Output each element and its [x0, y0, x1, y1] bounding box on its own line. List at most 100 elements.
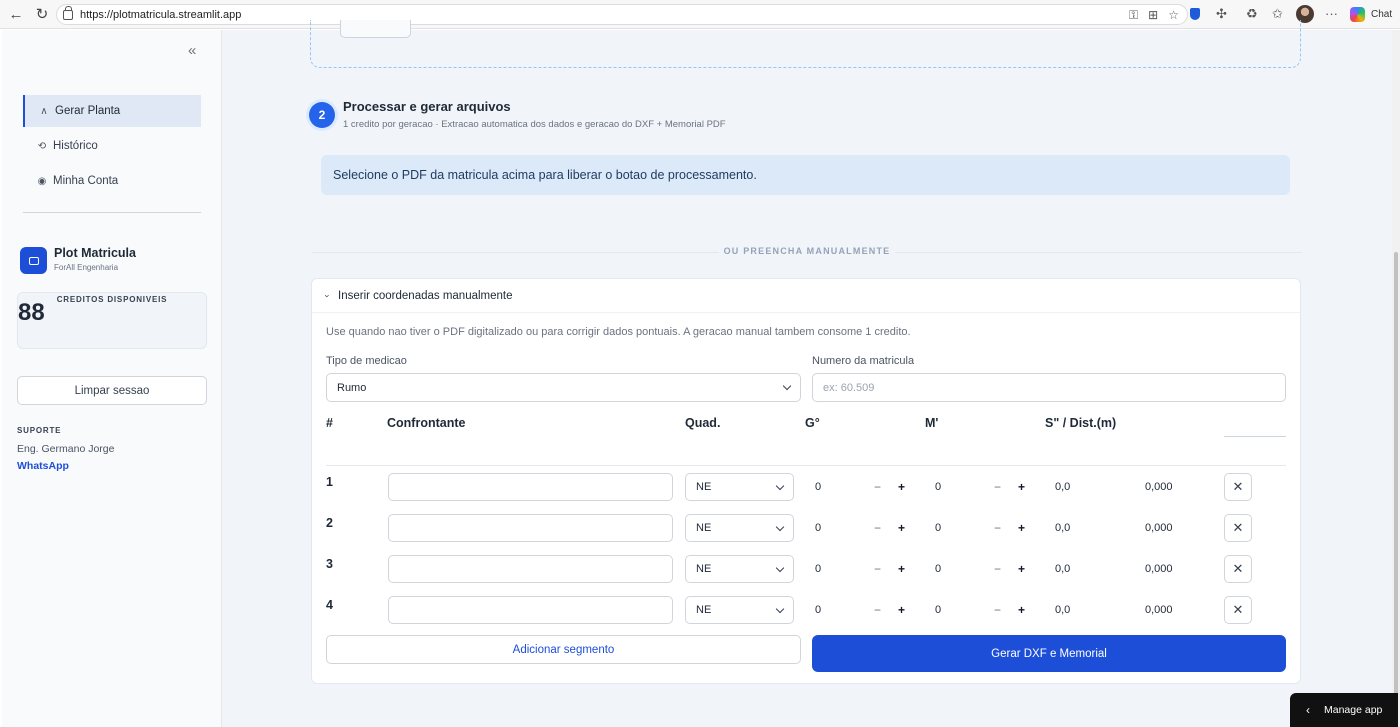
chevron-down-icon	[775, 522, 785, 532]
minutes-value[interactable]: 0	[935, 522, 941, 534]
credits-card: 88 CREDITOS DISPONIVEIS	[17, 292, 207, 349]
close-icon: ✕	[1232, 520, 1244, 535]
degrees-increment-button[interactable]: +	[898, 562, 905, 576]
minutes-decrement-button[interactable]: −	[994, 521, 1001, 535]
minutes-decrement-button[interactable]: −	[994, 603, 1001, 617]
close-icon: ✕	[1232, 602, 1244, 617]
col-header-quad: Quad.	[685, 416, 721, 430]
minutes-value[interactable]: 0	[935, 604, 941, 616]
confrontante-input[interactable]	[388, 514, 673, 542]
brand-name: Plot Matricula	[54, 246, 136, 260]
or-divider-label: OU PREENCHA MANUALMENTE	[719, 246, 895, 256]
delete-row-button[interactable]: ✕	[1224, 555, 1252, 583]
page-scrollbar[interactable]	[1392, 30, 1400, 727]
more-menu-icon[interactable]: ···	[1325, 6, 1338, 21]
seconds-value[interactable]: 0,0	[1055, 481, 1070, 493]
chevron-down-icon: ›	[322, 294, 333, 297]
minutes-increment-button[interactable]: +	[1018, 603, 1025, 617]
nav-item-historico[interactable]: ⟲ Histórico	[23, 130, 201, 162]
manual-description: Use quando nao tiver o PDF digitalizado …	[326, 326, 911, 338]
nav-label: Histórico	[53, 140, 98, 152]
distance-value[interactable]: 0,000	[1145, 563, 1173, 575]
whatsapp-link[interactable]: WhatsApp	[17, 460, 69, 472]
double-chevron-left-icon[interactable]: «	[188, 42, 196, 59]
shield-extension-icon[interactable]	[1190, 8, 1200, 20]
copilot-icon[interactable]	[1350, 7, 1365, 22]
chevron-down-icon	[775, 563, 785, 573]
seconds-value[interactable]: 0,0	[1055, 522, 1070, 534]
nav-label: Minha Conta	[53, 175, 119, 187]
quadrant-select[interactable]: NE	[685, 473, 794, 501]
degrees-increment-button[interactable]: +	[898, 480, 905, 494]
degrees-decrement-button[interactable]: −	[874, 603, 881, 617]
table-header-divider	[326, 465, 1286, 466]
minutes-value[interactable]: 0	[935, 481, 941, 493]
step-badge: 2	[309, 102, 335, 128]
seconds-value[interactable]: 0,0	[1055, 563, 1070, 575]
delete-row-button[interactable]: ✕	[1224, 596, 1252, 624]
col-header-graus: G°	[805, 416, 820, 430]
browse-files-button[interactable]	[340, 20, 411, 38]
distance-value[interactable]: 0,000	[1145, 522, 1173, 534]
col-header-num: #	[326, 416, 333, 430]
minutes-increment-button[interactable]: +	[1018, 480, 1025, 494]
degrees-value[interactable]: 0	[815, 522, 821, 534]
add-segment-button[interactable]: Adicionar segmento	[326, 635, 801, 664]
degrees-value[interactable]: 0	[815, 481, 821, 493]
back-icon[interactable]: ←	[6, 4, 26, 24]
matricula-label: Numero da matricula	[812, 355, 915, 367]
step-title: Processar e gerar arquivos	[343, 99, 511, 114]
minutes-increment-button[interactable]: +	[1018, 562, 1025, 576]
brand-logo-icon	[20, 247, 47, 274]
clear-session-button[interactable]: Limpar sessao	[17, 376, 207, 405]
generate-dxf-button[interactable]: Gerar DXF e Memorial	[812, 635, 1286, 672]
delete-row-button[interactable]: ✕	[1224, 514, 1252, 542]
scrollbar-thumb[interactable]	[1394, 252, 1398, 720]
degrees-value[interactable]: 0	[815, 563, 821, 575]
chat-button[interactable]: Chat	[1371, 9, 1392, 20]
confrontante-input[interactable]	[388, 473, 673, 501]
tipo-medicao-label: Tipo de medicao	[326, 355, 407, 367]
row-number: 4	[326, 598, 333, 612]
degrees-value[interactable]: 0	[815, 604, 821, 616]
main-content: 2 Processar e gerar arquivos 1 credito p…	[222, 20, 1392, 727]
minutes-increment-button[interactable]: +	[1018, 521, 1025, 535]
minutes-value[interactable]: 0	[935, 563, 941, 575]
quadrant-select[interactable]: NE	[685, 596, 794, 624]
tipo-medicao-select[interactable]: Rumo	[326, 373, 801, 402]
nav-label: Gerar Planta	[55, 105, 121, 117]
minutes-decrement-button[interactable]: −	[994, 480, 1001, 494]
reload-icon[interactable]: ↻	[32, 4, 52, 24]
degrees-decrement-button[interactable]: −	[874, 562, 881, 576]
confrontante-input[interactable]	[388, 596, 673, 624]
site-info-icon[interactable]	[63, 5, 73, 20]
distance-value[interactable]: 0,000	[1145, 604, 1173, 616]
row-number: 2	[326, 516, 333, 530]
sidebar-divider	[23, 212, 201, 213]
quadrant-select[interactable]: NE	[685, 555, 794, 583]
chevron-down-icon	[775, 481, 785, 491]
close-icon: ✕	[1232, 561, 1244, 576]
confrontante-input[interactable]	[388, 555, 673, 583]
row-number: 1	[326, 475, 333, 489]
chevron-left-icon: ‹	[1306, 703, 1310, 717]
degrees-increment-button[interactable]: +	[898, 603, 905, 617]
manage-app-button[interactable]: ‹ Manage app	[1290, 693, 1398, 727]
delete-row-button[interactable]: ✕	[1224, 473, 1252, 501]
degrees-decrement-button[interactable]: −	[874, 521, 881, 535]
degrees-increment-button[interactable]: +	[898, 521, 905, 535]
distance-value[interactable]: 0,000	[1145, 481, 1173, 493]
degrees-decrement-button[interactable]: −	[874, 480, 881, 494]
manage-app-label: Manage app	[1324, 704, 1383, 716]
nav-item-gerar-planta[interactable]: ∧ Gerar Planta	[23, 95, 201, 127]
nav-item-minha-conta[interactable]: ◉ Minha Conta	[23, 165, 201, 197]
pdf-dropzone[interactable]	[310, 20, 1301, 68]
url-text: https://plotmatricula.streamlit.app	[80, 8, 242, 21]
seconds-value[interactable]: 0,0	[1055, 604, 1070, 616]
expander-label: Inserir coordenadas manualmente	[338, 289, 513, 302]
col-header-minutos: M'	[925, 416, 939, 430]
matricula-input[interactable]	[812, 373, 1286, 402]
quadrant-select[interactable]: NE	[685, 514, 794, 542]
minutes-decrement-button[interactable]: −	[994, 562, 1001, 576]
expander-header[interactable]: › Inserir coordenadas manualmente	[312, 279, 1300, 313]
